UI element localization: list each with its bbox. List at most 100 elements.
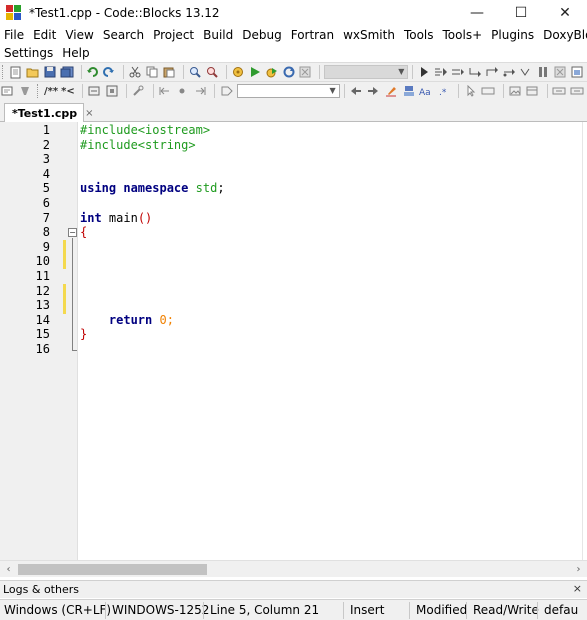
- code-line-7: int main(): [80, 211, 152, 226]
- bookmark-icon[interactable]: [175, 84, 190, 98]
- stop-debugger-icon[interactable]: [553, 65, 567, 79]
- cut-icon[interactable]: [128, 65, 142, 79]
- toolbar-separator: [123, 65, 125, 79]
- toolbar-separator: [343, 84, 345, 98]
- open-file-icon[interactable]: [26, 65, 40, 79]
- minimize-button[interactable]: —: [455, 0, 499, 25]
- stamp-icon[interactable]: [401, 84, 416, 98]
- tab-close-icon[interactable]: ×: [85, 108, 93, 119]
- pause-icon[interactable]: [536, 65, 550, 79]
- block-comment-button[interactable]: /**: [44, 86, 58, 97]
- tab-test1-cpp[interactable]: *Test1.cpp ×: [4, 103, 94, 122]
- logs-close-button[interactable]: ×: [573, 582, 582, 595]
- menu-build[interactable]: Build: [203, 28, 233, 42]
- menu-fortran[interactable]: Fortran: [291, 28, 334, 42]
- toolbar-separator: [125, 84, 127, 98]
- rebuild-icon[interactable]: [282, 65, 296, 79]
- fold-toggle-button[interactable]: −: [68, 228, 77, 237]
- run-doxywizard-icon[interactable]: [18, 84, 33, 98]
- menu-edit[interactable]: Edit: [33, 28, 56, 42]
- extract-project-icon[interactable]: [87, 84, 102, 98]
- line-comment-button[interactable]: *<: [61, 86, 75, 97]
- horizontal-scrollbar[interactable]: ‹ ›: [0, 560, 587, 577]
- menu-tools[interactable]: Tools: [404, 28, 434, 42]
- copy-icon[interactable]: [145, 65, 159, 79]
- toolbar-grip[interactable]: [2, 65, 6, 79]
- line-number: 1: [42, 123, 50, 137]
- toolbar-separator: [152, 84, 154, 98]
- save-icon[interactable]: [43, 65, 57, 79]
- navigate-forward-icon[interactable]: [366, 84, 381, 98]
- step-into-icon[interactable]: [468, 65, 482, 79]
- debug-continue-icon[interactable]: [417, 65, 431, 79]
- menu-doxyblocks[interactable]: DoxyBlocks: [543, 28, 587, 42]
- redo-icon[interactable]: [102, 65, 116, 79]
- close-button[interactable]: ✕: [543, 0, 587, 25]
- image-icon[interactable]: [508, 84, 523, 98]
- replace-icon[interactable]: [205, 65, 219, 79]
- select-pointer-icon[interactable]: [463, 84, 478, 98]
- menu-debug[interactable]: Debug: [242, 28, 281, 42]
- run-to-cursor-icon[interactable]: [434, 65, 448, 79]
- new-file-icon[interactable]: [9, 65, 23, 79]
- code-editor[interactable]: 1 2 3 4 5 6 7 8 9 10 11 12 13 14 15 16 − #include<iostr…: [0, 122, 587, 560]
- menu-file[interactable]: File: [4, 28, 24, 42]
- step-instruction-icon[interactable]: [519, 65, 533, 79]
- run-icon[interactable]: [248, 65, 262, 79]
- scroll-right-button[interactable]: ›: [570, 561, 587, 578]
- open-brace: {: [80, 225, 88, 240]
- spell-check-icon[interactable]: Aa: [419, 84, 434, 98]
- next-instruction-icon[interactable]: [502, 65, 516, 79]
- find-icon[interactable]: [188, 65, 202, 79]
- menu-plugins[interactable]: Plugins: [491, 28, 534, 42]
- status-divider: [105, 602, 106, 619]
- doxygen-config-icon[interactable]: [104, 84, 119, 98]
- menu-wxsmith[interactable]: wxSmith: [343, 28, 395, 42]
- tools-wrench-icon[interactable]: [131, 84, 146, 98]
- window-layout-2-icon[interactable]: [569, 84, 584, 98]
- secondary-toolbar: /** *< ▼ Aa .*: [0, 81, 587, 100]
- jump-forward-icon[interactable]: [193, 84, 208, 98]
- jump-back-icon[interactable]: [157, 84, 172, 98]
- window-layout-icon[interactable]: [552, 84, 567, 98]
- regex-icon[interactable]: .*: [437, 84, 452, 98]
- code-completion-icon[interactable]: [219, 84, 234, 98]
- svg-text:.*: .*: [439, 88, 447, 97]
- line-number: 5: [42, 181, 50, 196]
- menu-help[interactable]: Help: [62, 46, 89, 60]
- changed-lines-marker: [63, 240, 66, 269]
- abort-icon[interactable]: [299, 65, 313, 79]
- line-number: 13: [35, 298, 50, 313]
- menu-tools[interactable]: Tools+: [443, 28, 483, 42]
- menu-search[interactable]: Search: [103, 28, 144, 42]
- status-divider: [203, 602, 204, 619]
- build-and-run-icon[interactable]: [265, 65, 279, 79]
- scrollbar-thumb[interactable]: [18, 564, 207, 575]
- highlight-icon[interactable]: [384, 84, 399, 98]
- rectangle-select-icon[interactable]: [481, 84, 496, 98]
- function-name: main: [108, 210, 138, 225]
- toggle-comment-icon[interactable]: [0, 84, 15, 98]
- toolbar-grip[interactable]: [37, 84, 41, 98]
- scroll-left-button[interactable]: ‹: [0, 561, 17, 578]
- menu-settings[interactable]: Settings: [4, 46, 53, 60]
- menu-project[interactable]: Project: [153, 28, 194, 42]
- menu-view[interactable]: View: [65, 28, 93, 42]
- chevron-down-icon: ▼: [329, 86, 336, 95]
- step-out-icon[interactable]: [485, 65, 499, 79]
- undo-icon[interactable]: [85, 65, 99, 79]
- next-line-icon[interactable]: [451, 65, 465, 79]
- debug-windows-icon[interactable]: [570, 65, 584, 79]
- maximize-button[interactable]: ☐: [499, 0, 543, 25]
- code-line-2: #include<string>: [80, 138, 196, 153]
- save-all-icon[interactable]: [60, 65, 74, 79]
- paste-icon[interactable]: [162, 65, 176, 79]
- toolbar-separator: [412, 65, 414, 79]
- navigate-back-icon[interactable]: [349, 84, 364, 98]
- build-target-select[interactable]: ▼: [324, 65, 409, 79]
- preprocessor-directive: #include<string>: [80, 137, 196, 152]
- build-icon[interactable]: [231, 65, 245, 79]
- scope-select[interactable]: ▼: [236, 84, 340, 98]
- panel-icon[interactable]: [525, 84, 540, 98]
- toolbar-separator: [319, 65, 321, 79]
